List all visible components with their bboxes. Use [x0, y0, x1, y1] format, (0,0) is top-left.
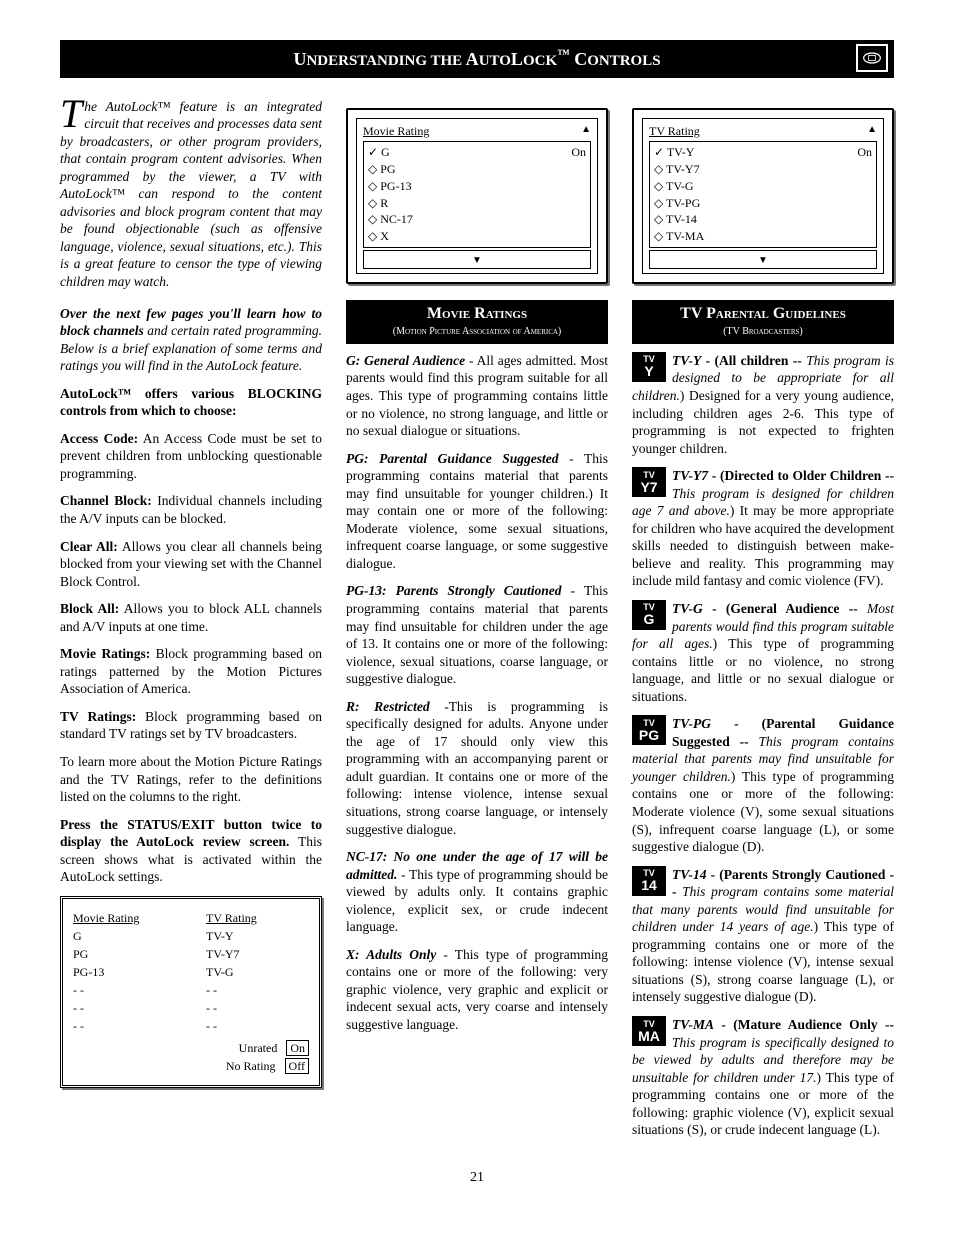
movie-ratings-ctrl: Movie Ratings: Block programming based o…	[60, 645, 322, 698]
page-number: 21	[60, 1169, 894, 1187]
channel-block: Channel Block: Individual channels inclu…	[60, 492, 322, 527]
column-right: TV Rating▲ ✓ TV-YOn ◇ TV-Y7 ◇ TV-G ◇ TV-…	[632, 98, 894, 1149]
movie-osd: Movie Rating▲ ✓ GOn ◇ PG ◇ PG-13 ◇ R ◇ N…	[346, 108, 608, 285]
tv-pg-icon: TVPG	[632, 715, 666, 745]
access-code: Access Code: An Access Code must be set …	[60, 430, 322, 483]
tv-osd: TV Rating▲ ✓ TV-YOn ◇ TV-Y7 ◇ TV-G ◇ TV-…	[632, 108, 894, 285]
rating-x: X: Adults Only - This type of programmin…	[346, 946, 608, 1034]
tv-y: TVY TV-Y - (All children -- This program…	[632, 352, 894, 457]
tv-guidelines-header: TV Parental Guidelines (TV Broadcasters)	[632, 300, 894, 344]
learn-more: To learn more about the Motion Picture R…	[60, 753, 322, 806]
movie-ratings-header: Movie Ratings (Motion Picture Associatio…	[346, 300, 608, 344]
blocking-head: AutoLock™ offers various BLOCKING contro…	[60, 385, 322, 420]
page-header: UNDERSTANDING THE AUTOLOCK™ CONTROLS	[60, 40, 894, 78]
tv-y7: TVY7 TV-Y7 - (Directed to Older Children…	[632, 467, 894, 590]
tv-ma-icon: TVMA	[632, 1016, 666, 1046]
down-arrow-icon: ▼	[363, 250, 591, 269]
down-arrow-icon: ▼	[649, 250, 877, 269]
review-tv-head: TV Rating	[206, 909, 309, 927]
press-status: Press the STATUS/EXIT button twice to di…	[60, 816, 322, 886]
review-movie-head: Movie Rating	[73, 909, 176, 927]
review-screen: Movie Rating G PG PG-13 - - - - - - TV R…	[60, 896, 322, 1088]
up-arrow-icon: ▲	[581, 123, 591, 140]
rating-pg: PG: Parental Guidance Suggested - This p…	[346, 450, 608, 573]
tv-ratings-ctrl: TV Ratings: Block programming based on s…	[60, 708, 322, 743]
column-left: The AutoLock™ feature is an integrated c…	[60, 98, 322, 1149]
header-title: UNDERSTANDING THE AUTOLOCK™ CONTROLS	[293, 46, 660, 72]
tv-pg: TVPG TV-PG - (Parental Guidance Suggeste…	[632, 715, 894, 855]
rating-g: G: General Audience - All ages admitted.…	[346, 352, 608, 440]
tv-g: TVG TV-G - (General Audience -- Most par…	[632, 600, 894, 705]
tv-y7-icon: TVY7	[632, 467, 666, 497]
rating-nc17: NC-17: No one under the age of 17 will b…	[346, 848, 608, 936]
remote-icon	[856, 44, 888, 72]
tv-y-icon: TVY	[632, 352, 666, 382]
intro-paragraph: The AutoLock™ feature is an integrated c…	[60, 98, 322, 291]
tv-14: TV14 TV-14 - (Parents Strongly Cautioned…	[632, 866, 894, 1006]
block-all: Block All: Allows you to block ALL chann…	[60, 600, 322, 635]
up-arrow-icon: ▲	[867, 123, 877, 140]
tv-g-icon: TVG	[632, 600, 666, 630]
lead-para: Over the next few pages you'll learn how…	[60, 305, 322, 375]
tv-ma: TVMA TV-MA - (Mature Audience Only -- Th…	[632, 1016, 894, 1139]
rating-pg13: PG-13: Parents Strongly Cautioned - This…	[346, 582, 608, 687]
clear-all: Clear All: Allows you clear all channels…	[60, 538, 322, 591]
review-footer: Unrated OnNo Rating Off	[73, 1039, 309, 1075]
column-middle: Movie Rating▲ ✓ GOn ◇ PG ◇ PG-13 ◇ R ◇ N…	[346, 98, 608, 1149]
rating-r: R: Restricted -This is programming is sp…	[346, 698, 608, 838]
tv-14-icon: TV14	[632, 866, 666, 896]
